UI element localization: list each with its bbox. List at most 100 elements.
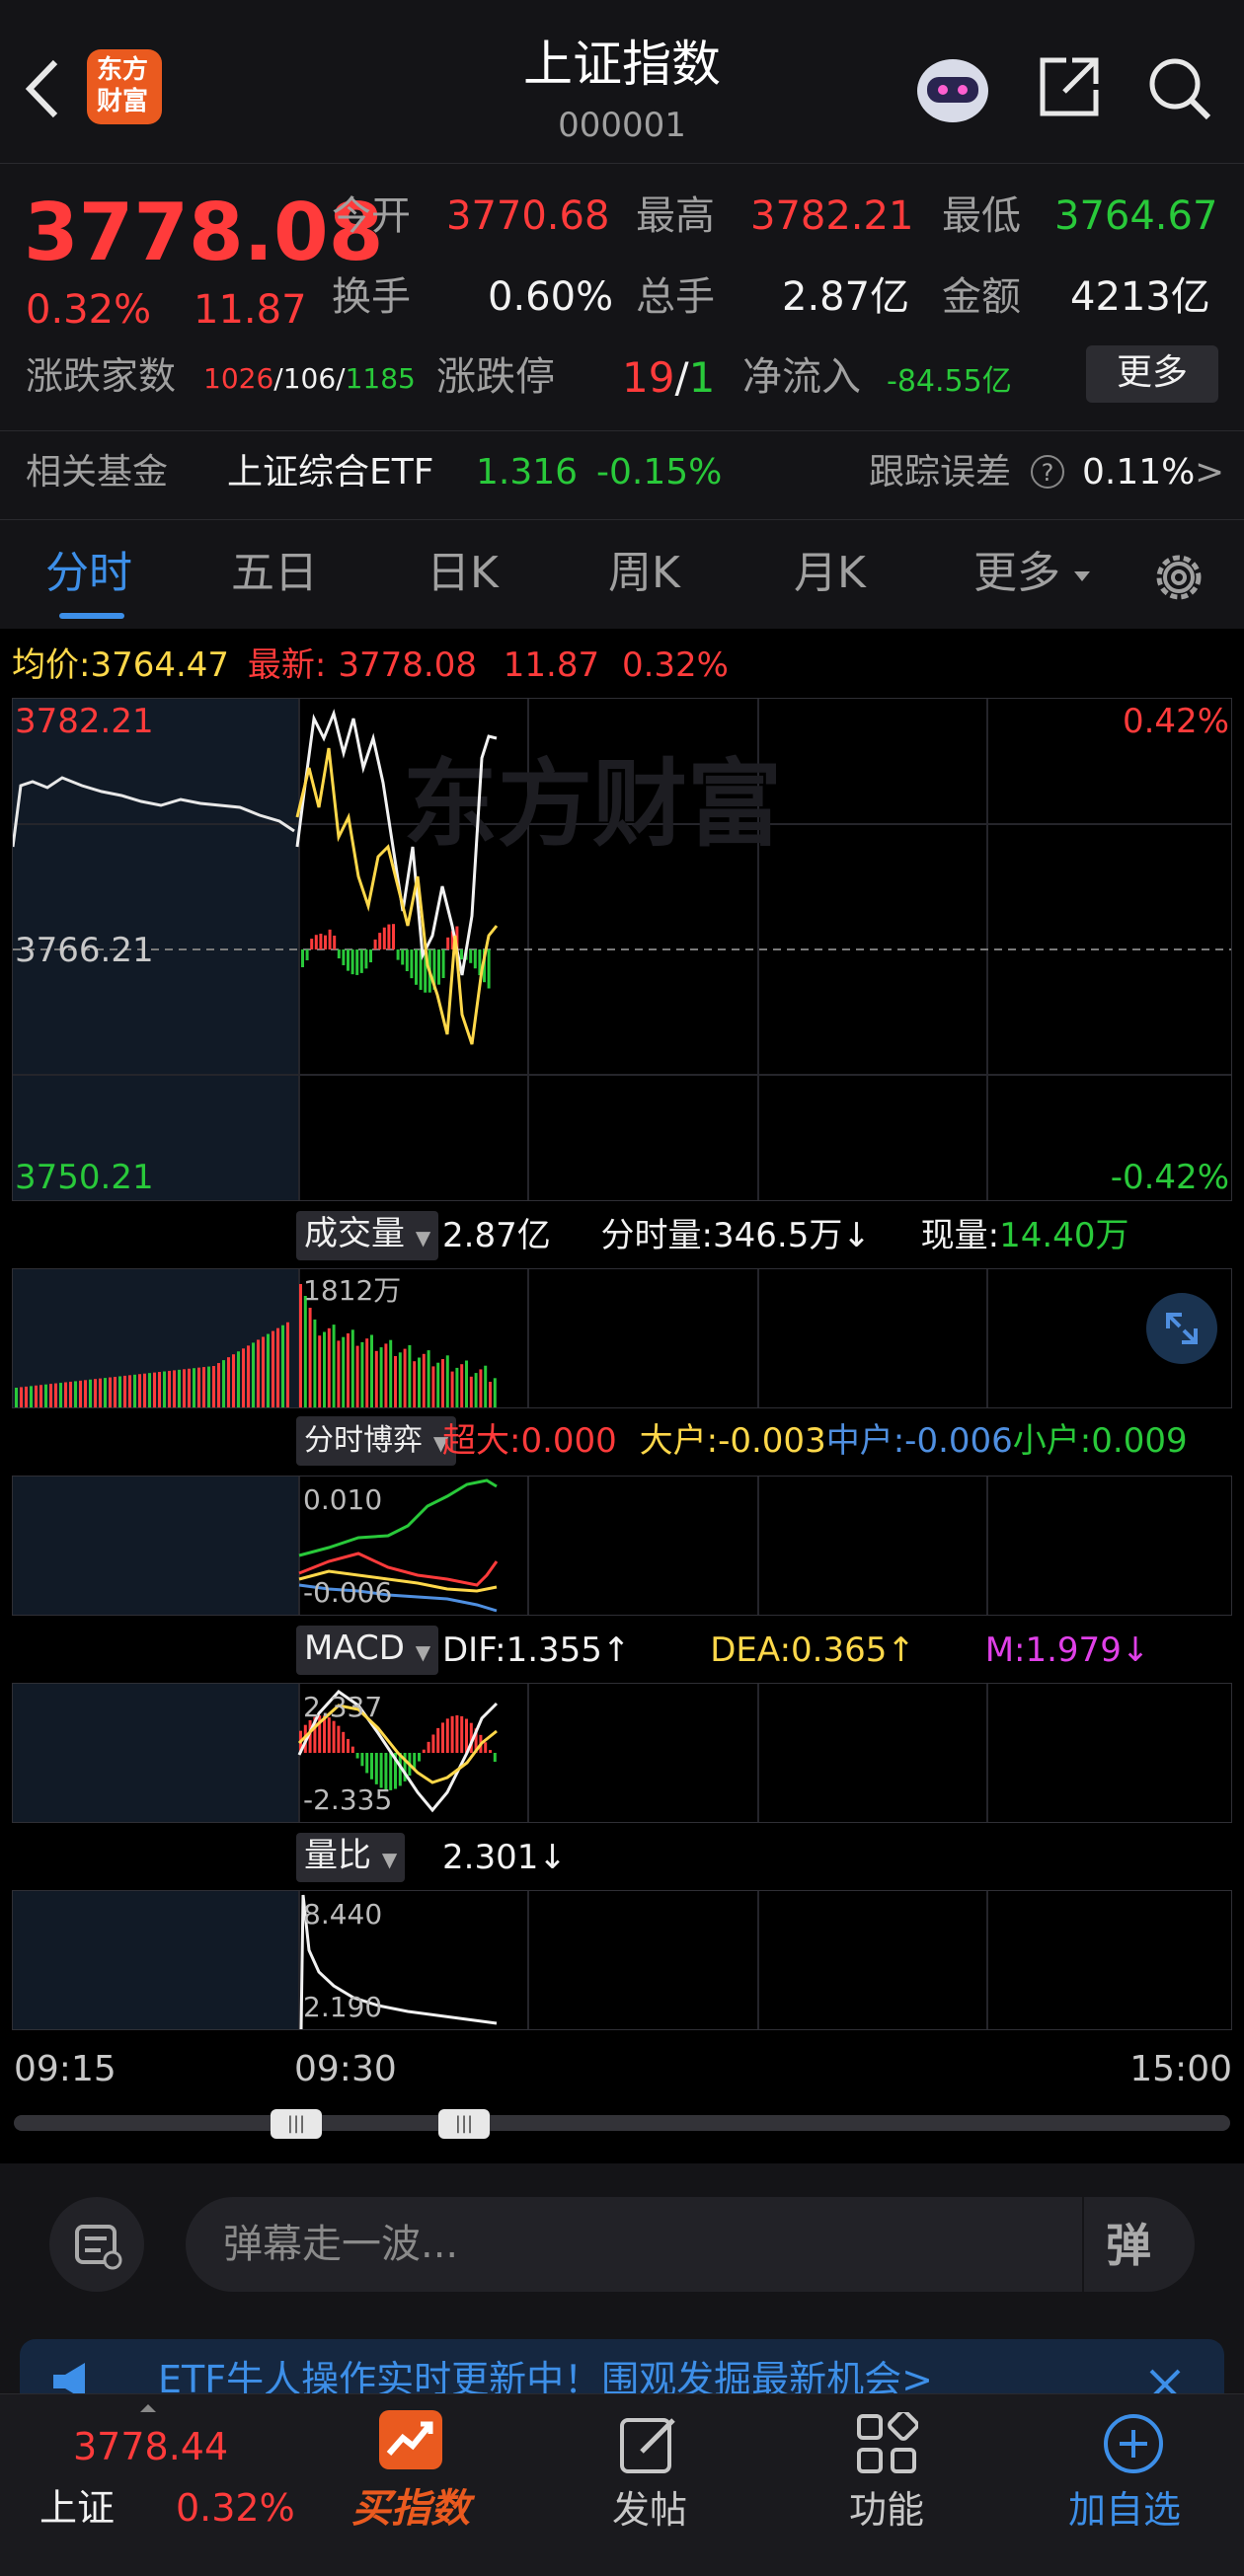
- robot-assistant-icon[interactable]: [913, 51, 992, 126]
- expand-button[interactable]: [1146, 1293, 1217, 1364]
- volume-bar: [374, 1350, 378, 1407]
- caret-down-icon: ▼: [415, 1226, 431, 1250]
- latest-value: 3778.08: [338, 645, 477, 685]
- volume-bar: [323, 1331, 326, 1407]
- money-flow-bar: [387, 924, 391, 949]
- share-icon: [1040, 57, 1099, 116]
- large-label: 大户:: [639, 1421, 719, 1461]
- volume-ratio-legend: 2.301↓: [442, 1841, 567, 1874]
- tab-buy-index[interactable]: 买指数: [336, 2394, 494, 2576]
- up-arrow-icon: ↑: [601, 1630, 631, 1670]
- tab-monthly-k[interactable]: 月K: [794, 552, 866, 595]
- volume-bar: [109, 1377, 112, 1407]
- volume-bar: [44, 1384, 47, 1407]
- volume-indicator-dropdown[interactable]: 成交量 ▼: [296, 1211, 439, 1260]
- tab-post[interactable]: 发帖: [583, 2394, 721, 2576]
- volume-bar: [286, 1322, 289, 1407]
- macd-bar: [422, 1749, 426, 1753]
- volume-bar: [431, 1366, 435, 1407]
- macd-dropdown[interactable]: MACD ▼: [296, 1626, 439, 1675]
- volume-ratio-dropdown[interactable]: 量比 ▼: [296, 1833, 406, 1882]
- macd-bar: [365, 1753, 369, 1774]
- latest-pct: 0.32%: [621, 645, 729, 685]
- share-button[interactable]: [1037, 54, 1102, 119]
- money-flow-bar: [350, 949, 354, 975]
- macd-bar: [347, 1738, 350, 1753]
- volume-bar: [313, 1319, 317, 1407]
- volume-ratio-panel: 8.440 2.190: [12, 1890, 1232, 2030]
- tab-add-watchlist[interactable]: 加自选: [1047, 2394, 1224, 2576]
- fund-row[interactable]: 相关基金 上证综合ETF 1.316 -0.15% 跟踪误差 ? 0.11% >: [0, 430, 1244, 520]
- volume-bar: [360, 1341, 364, 1407]
- caret-up-icon: [140, 2404, 156, 2412]
- tab-daily-k[interactable]: 日K: [427, 552, 499, 595]
- danmaku-placeholder: 弹幕走一波...: [223, 2222, 459, 2267]
- money-flow-bar: [324, 935, 327, 949]
- index-ticker[interactable]: 3778.44 上证 0.32%: [0, 2394, 296, 2576]
- volume-bar: [342, 1336, 346, 1407]
- macd-top: 2.337: [303, 1691, 383, 1723]
- tab-5day[interactable]: 五日: [231, 552, 318, 595]
- volume-bar: [460, 1364, 464, 1407]
- dif-label: DIF:: [442, 1630, 506, 1670]
- range-slider-handle-left[interactable]: |||: [271, 2109, 322, 2139]
- dif-value: 1.355: [505, 1630, 602, 1670]
- down-count: 1185: [345, 362, 416, 395]
- index-ticker-price: 3778.44: [73, 2425, 229, 2468]
- tab-more[interactable]: 更多: [973, 552, 1060, 595]
- volume-bar: [25, 1386, 28, 1407]
- volume-bar: [365, 1338, 369, 1407]
- tracking-error-value: 0.11%: [1082, 452, 1196, 492]
- macd-bar: [436, 1727, 440, 1753]
- time-start: 09:15: [14, 2049, 117, 2089]
- tab-weekly-k[interactable]: 周K: [608, 552, 680, 595]
- macd-bar: [342, 1731, 346, 1753]
- danmaku-input[interactable]: 弹幕走一波... 弹: [186, 2197, 1195, 2292]
- range-slider-track[interactable]: [14, 2115, 1230, 2131]
- danmaku-toggle-button[interactable]: 弹: [1104, 2215, 1173, 2274]
- volume-bar: [222, 1360, 225, 1407]
- bottom-tab-bar: 3778.44 上证 0.32% 买指数 发帖 功能 加自选: [0, 2393, 1244, 2576]
- settings-button[interactable]: [1149, 548, 1208, 607]
- macd-bar: [350, 1746, 354, 1753]
- volume-bar: [469, 1376, 473, 1407]
- medium-label: 中户:: [825, 1421, 905, 1461]
- latest-change: 11.87: [503, 645, 600, 685]
- volume-bar: [303, 1296, 307, 1407]
- volume-bar: [394, 1356, 397, 1407]
- capital-game-top: 0.010: [303, 1483, 383, 1516]
- medium-value: -0.006: [904, 1421, 1013, 1461]
- volume-bar: [133, 1374, 136, 1407]
- volume-bar: [123, 1375, 126, 1407]
- separator: /: [273, 362, 283, 395]
- flat-count: 106: [282, 362, 337, 395]
- tab-functions[interactable]: 功能: [819, 2394, 958, 2576]
- money-flow-bar: [473, 949, 477, 969]
- range-slider-handle-right[interactable]: |||: [438, 2109, 490, 2139]
- top-bar: 东方 财富 上证指数 000001: [0, 0, 1244, 164]
- volume-bar: [299, 1284, 302, 1407]
- fund-name: 上证综合ETF: [227, 452, 434, 492]
- volume-bar: [441, 1359, 444, 1407]
- money-flow-bar: [446, 937, 450, 949]
- pct-axis-top: 0.42%: [1122, 702, 1229, 741]
- macd-panel: 2.337 -2.335: [12, 1683, 1232, 1823]
- intraday-chart-area[interactable]: 均价:3764.47 最新: 3778.08 11.87 0.32% 东方财富 3…: [0, 629, 1244, 2163]
- tab-buy-index-label: 买指数: [351, 2486, 470, 2532]
- inflow-value: -84.55亿: [887, 364, 1012, 399]
- danmaku-settings-icon: [75, 2225, 122, 2270]
- money-flow-bar: [396, 949, 400, 960]
- tab-post-label: 发帖: [612, 2488, 688, 2532]
- volume-bar: [493, 1378, 497, 1407]
- m-label: M:: [984, 1630, 1026, 1670]
- danmaku-settings-button[interactable]: [49, 2197, 144, 2292]
- macd-bar: [370, 1753, 373, 1780]
- fund-pct: -0.15%: [596, 452, 723, 492]
- search-button[interactable]: [1145, 54, 1212, 121]
- more-button[interactable]: 更多: [1086, 345, 1218, 403]
- capital-game-dropdown[interactable]: 分时博弈 ▼: [296, 1416, 457, 1466]
- volume-bar: [30, 1386, 33, 1407]
- help-icon[interactable]: ?: [1031, 455, 1064, 489]
- tab-intraday[interactable]: 分时: [45, 552, 132, 595]
- current-volume: 14.40万: [999, 1216, 1129, 1255]
